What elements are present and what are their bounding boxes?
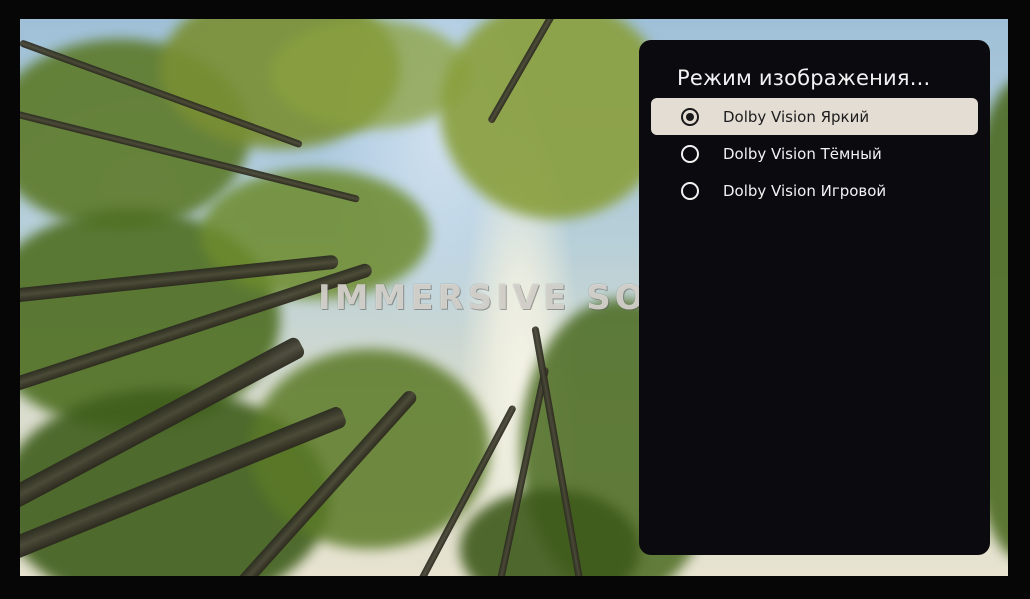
radio-selected-icon: [681, 107, 699, 126]
immersive-sound-watermark: IMMERSIVE SOU: [318, 278, 680, 318]
option-dolby-vision-game[interactable]: Dolby Vision Игровой: [651, 172, 978, 209]
option-label: Dolby Vision Яркий: [723, 107, 870, 126]
radio-unselected-icon: [681, 144, 699, 163]
option-label: Dolby Vision Игровой: [723, 181, 887, 200]
picture-mode-menu: Режим изображения... Dolby Vision Яркий …: [639, 40, 990, 555]
option-dolby-vision-bright[interactable]: Dolby Vision Яркий: [651, 98, 978, 135]
picture-mode-options: Dolby Vision Яркий Dolby Vision Тёмный D…: [639, 98, 990, 209]
menu-title: Режим изображения...: [677, 66, 931, 90]
option-dolby-vision-dark[interactable]: Dolby Vision Тёмный: [651, 135, 978, 172]
tv-frame: IMMERSIVE SOU Режим изображения... Dolby…: [0, 0, 1030, 599]
radio-unselected-icon: [681, 181, 699, 200]
option-label: Dolby Vision Тёмный: [723, 144, 882, 163]
